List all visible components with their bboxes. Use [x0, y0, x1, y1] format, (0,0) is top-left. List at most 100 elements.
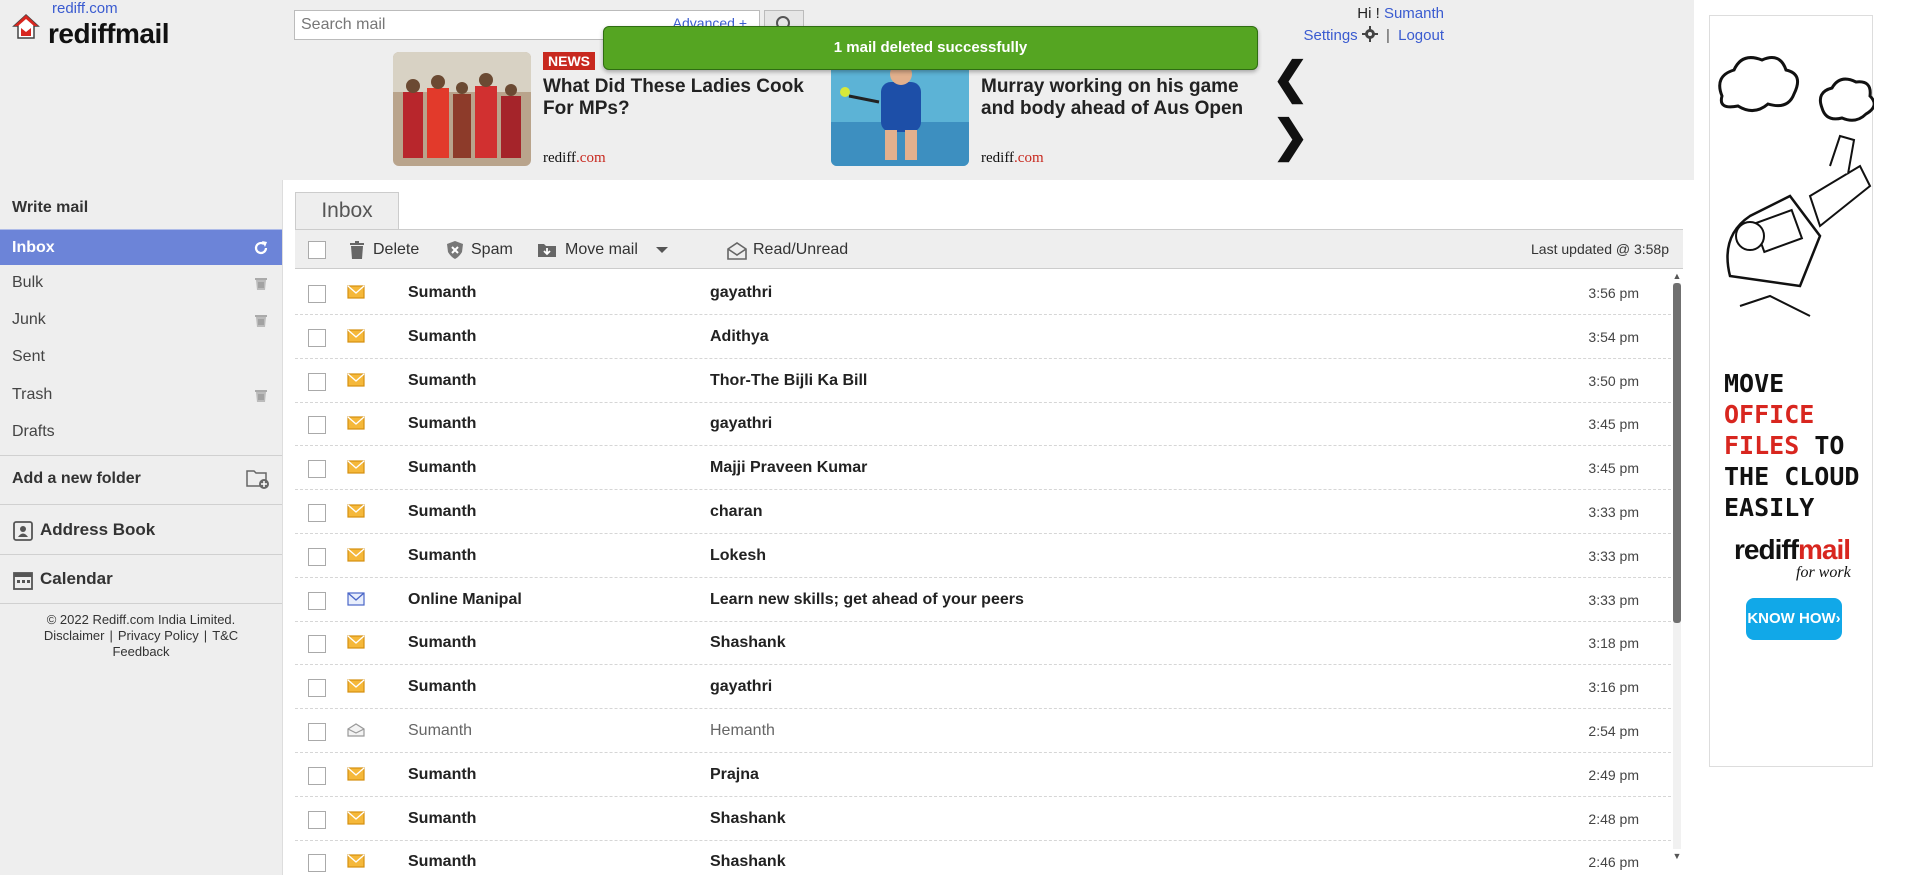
envelope-icon — [347, 854, 365, 868]
mail-row[interactable]: Sumanth Prajna 2:49 pm — [295, 753, 1671, 797]
ad-know-how-button[interactable]: KNOW HOW› — [1746, 598, 1842, 640]
add-folder-icon[interactable] — [246, 468, 270, 490]
mail-time: 3:33 pm — [1588, 547, 1639, 564]
search-input[interactable] — [295, 11, 635, 39]
refresh-icon[interactable] — [252, 239, 270, 257]
mail-sender: Online Manipal — [408, 590, 522, 608]
move-mail-button[interactable]: Move mail — [537, 230, 668, 270]
scroll-up-arrow[interactable]: ▲ — [1671, 271, 1683, 281]
mail-time: 2:49 pm — [1588, 766, 1639, 783]
user-name-link[interactable]: Sumanth — [1384, 5, 1444, 22]
mail-time: 3:33 pm — [1588, 504, 1639, 520]
sidebar-item-drafts[interactable]: Drafts — [0, 414, 282, 450]
feedback-link[interactable]: Feedback — [0, 644, 282, 660]
gear-icon[interactable] — [1361, 26, 1378, 42]
mail-row[interactable]: Sumanth charan 3:33 pm — [295, 490, 1671, 534]
mail-row[interactable]: Sumanth Shashank 2:46 pm — [295, 840, 1671, 875]
mail-row[interactable]: Sumanth Hemanth 2:54 pm — [295, 709, 1671, 753]
sidebar-item-trash[interactable]: Trash — [0, 377, 282, 413]
envelope-icon — [347, 372, 365, 387]
mail-checkbox[interactable] — [308, 723, 326, 741]
mail-row[interactable]: Online Manipal Learn new skills; get ahea… — [295, 578, 1671, 622]
mail-sender: Sumanth — [408, 459, 477, 477]
mail-row[interactable]: Sumanth gayathri 3:16 pm — [295, 665, 1671, 710]
news-prev-button[interactable]: ❮ — [1272, 56, 1309, 102]
move-folder-icon — [538, 244, 556, 257]
mail-checkbox[interactable] — [308, 810, 326, 829]
mail-checkbox[interactable] — [308, 285, 326, 303]
mail-checkbox[interactable] — [308, 372, 326, 391]
sidebar-item-bulk[interactable]: Bulk — [0, 265, 282, 301]
mail-subject: gayathri — [710, 678, 773, 696]
mail-row[interactable]: Sumanth gayathri 3:56 pm — [295, 271, 1671, 315]
news-thumbnail[interactable] — [393, 52, 531, 166]
mail-subject: Learn new skills; get ahead of your peer… — [710, 590, 1024, 608]
trash-icon — [350, 241, 364, 259]
mail-subject: Hemanth — [710, 722, 775, 739]
mail-toolbar: Delete Read/Unread Spam Move mail Last u — [295, 229, 1683, 269]
sidebar-item-sent[interactable]: Sent — [0, 339, 282, 375]
advertisement-banner[interactable]: MOVE OFFICE FILES TO THE CLOUD EASILY re… — [1709, 15, 1874, 767]
envelope-blue-icon — [347, 591, 365, 606]
scrollbar-thumb[interactable] — [1673, 283, 1681, 623]
chevron-down-icon[interactable] — [655, 246, 669, 254]
mail-checkbox[interactable] — [308, 591, 326, 610]
mail-row[interactable]: Sumanth Majji Praveen Kumar 3:45 pm — [295, 446, 1671, 491]
mail-row[interactable]: Sumanth gayathri 3:45 pm — [295, 402, 1671, 447]
sidebar-item-inbox[interactable]: Inbox — [0, 229, 282, 265]
mail-time: 3:33 pm — [1588, 591, 1639, 608]
copyright: © 2022 Rediff.com India Limited. — [46, 612, 236, 627]
news-source: rediff.com — [981, 150, 1044, 166]
mail-sender: Sumanth — [408, 722, 473, 739]
disclaimer-link[interactable]: Disclaimer — [44, 628, 105, 643]
news-headline[interactable]: What Did These Ladies Cook For MPs? — [543, 76, 833, 120]
mail-checkbox[interactable] — [308, 679, 326, 698]
settings-link[interactable]: Settings — [1303, 27, 1357, 44]
read-unread-button[interactable]: Read/Unread — [727, 230, 848, 270]
tc-link[interactable]: T&C — [212, 628, 238, 643]
trash-icon[interactable] — [252, 311, 270, 329]
mail-checkbox[interactable] — [308, 504, 326, 522]
news-headline[interactable]: Murray working on his game and body ahea… — [981, 76, 1271, 120]
mail-row[interactable]: Sumanth Adithya 3:54 pm — [295, 315, 1671, 359]
divider — [0, 455, 282, 456]
brand-name: rediffmail — [48, 18, 170, 49]
mail-row[interactable]: Sumanth Thor-The Bijli Ka Bill 3:50 pm — [295, 359, 1671, 403]
envelope-open-icon — [347, 723, 365, 737]
select-all-checkbox[interactable] — [308, 241, 326, 259]
mail-checkbox[interactable] — [308, 460, 326, 479]
trash-icon[interactable] — [252, 386, 270, 404]
mail-row[interactable]: Sumanth Shashank 3:18 pm — [295, 621, 1671, 666]
calendar-link[interactable]: Calendar — [12, 565, 113, 593]
logout-link[interactable]: Logout — [1398, 27, 1444, 44]
privacy-policy-link[interactable]: Privacy Policy — [118, 628, 199, 643]
mail-checkbox[interactable] — [308, 635, 326, 654]
envelope-icon — [347, 810, 365, 825]
tab-inbox[interactable]: Inbox — [295, 192, 399, 230]
mail-subject: gayathri — [710, 415, 773, 433]
mail-sender: Sumanth — [408, 809, 477, 827]
spam-button[interactable]: Spam — [445, 230, 513, 270]
delete-button[interactable]: Delete — [347, 230, 419, 270]
mail-row[interactable]: Sumanth Lokesh 3:33 pm — [295, 534, 1671, 578]
rediff-home-link[interactable]: rediff.com — [52, 0, 118, 17]
mail-checkbox[interactable] — [308, 854, 326, 873]
write-mail-button[interactable]: Write mail — [0, 190, 282, 226]
mail-checkbox[interactable] — [308, 766, 326, 785]
add-folder-button[interactable]: Add a new folder — [0, 461, 282, 497]
scroll-down-arrow[interactable]: ▼ — [1671, 851, 1683, 861]
mail-checkbox[interactable] — [308, 416, 326, 435]
address-book-link[interactable]: Address Book — [12, 516, 155, 544]
sidebar-item-junk[interactable]: Junk — [0, 302, 282, 338]
mail-row[interactable]: Sumanth Shashank 2:48 pm — [295, 797, 1671, 841]
mail-list-scrollbar[interactable]: ▲ ▼ — [1671, 271, 1683, 861]
trash-icon[interactable] — [252, 274, 270, 292]
sidebar-item-label: Junk — [12, 311, 46, 328]
rediffmail-logo[interactable]: rediff.com rediffmail — [12, 0, 192, 50]
mail-checkbox[interactable] — [308, 547, 326, 566]
mail-subject: Thor-The Bijli Ka Bill — [710, 371, 868, 389]
mail-checkbox[interactable] — [308, 328, 326, 347]
mail-time: 3:54 pm — [1588, 328, 1639, 345]
mail-time: 3:16 pm — [1588, 679, 1639, 696]
news-next-button[interactable]: ❯ — [1272, 114, 1309, 160]
